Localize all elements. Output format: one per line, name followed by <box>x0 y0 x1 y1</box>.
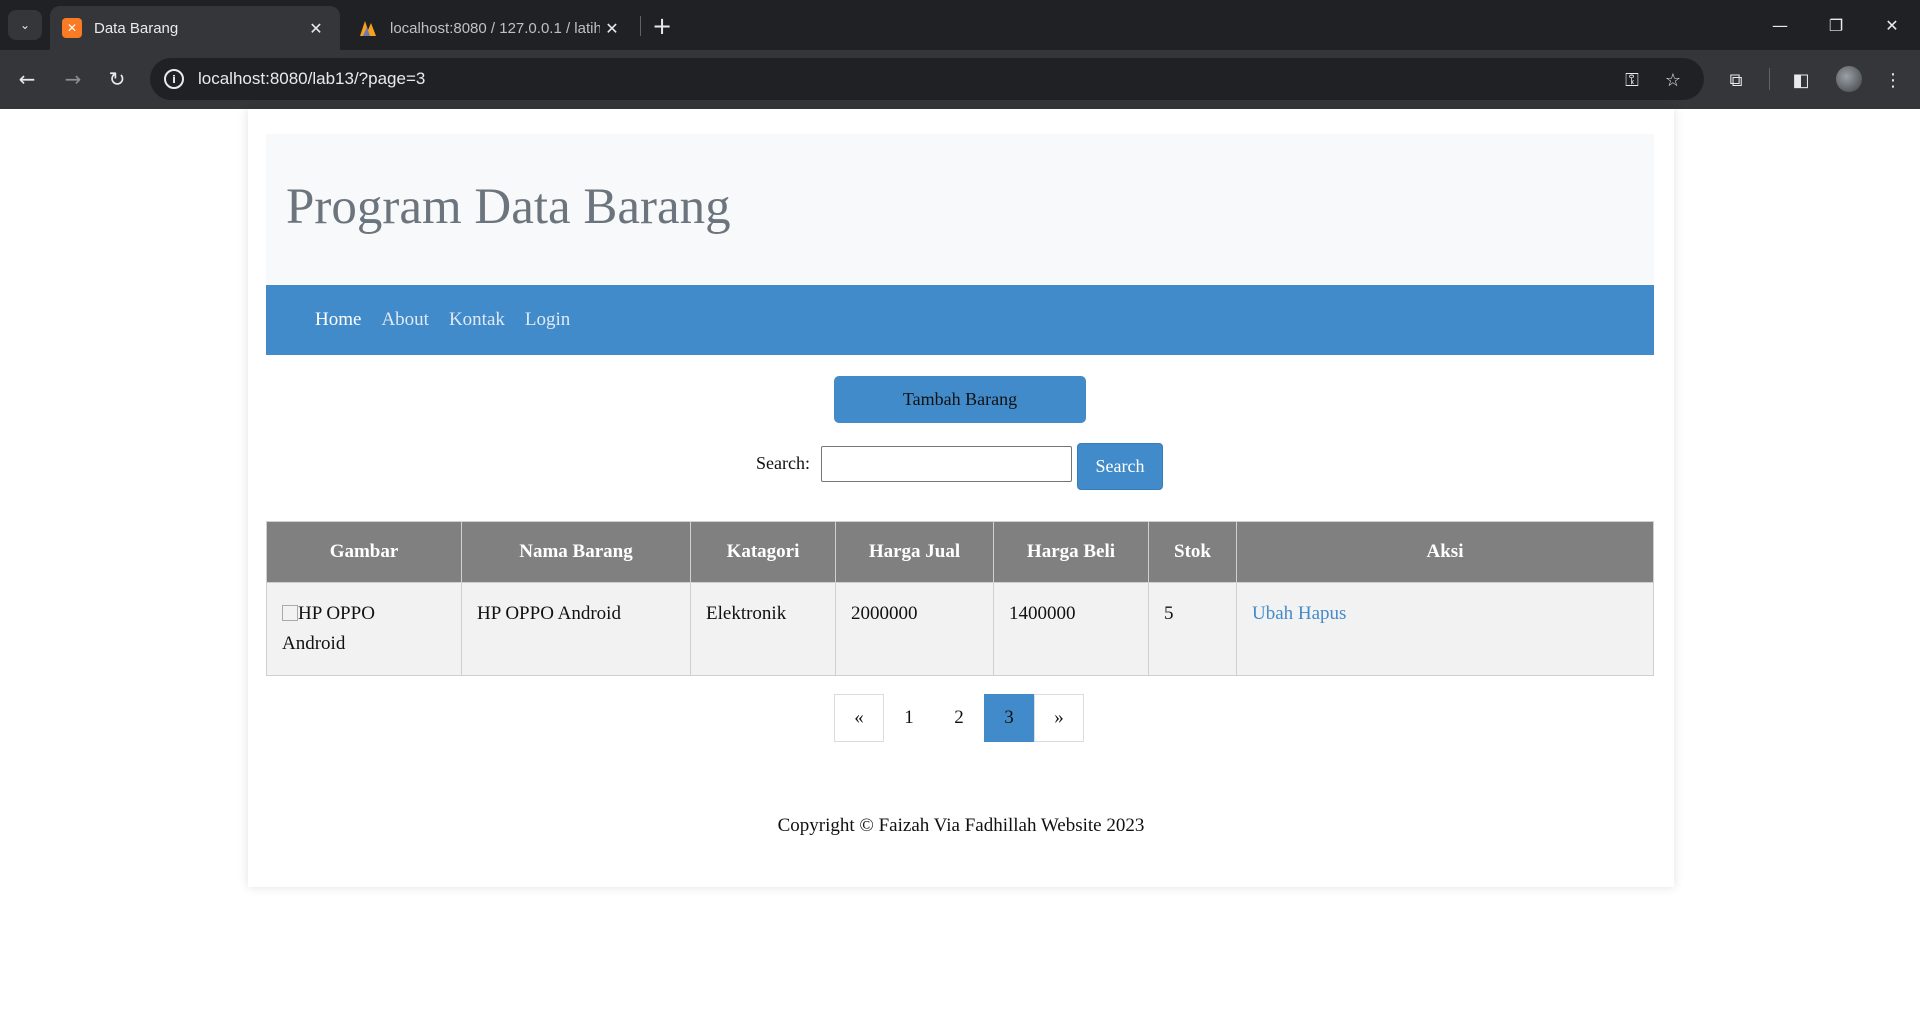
items-table: Gambar Nama Barang Katagori Harga Jual H… <box>266 521 1654 676</box>
new-tab-button[interactable]: + <box>648 12 676 40</box>
side-panel-icon[interactable]: ◧ <box>1789 68 1813 92</box>
xampp-icon: ✕ <box>62 18 82 38</box>
bookmark-star-icon[interactable]: ☆ <box>1661 68 1685 92</box>
column-header: Harga Jual <box>835 521 994 583</box>
minimize-icon[interactable]: — <box>1752 0 1808 50</box>
cell-gambar: HP OPPO Android <box>266 582 462 676</box>
column-header: Katagori <box>690 521 836 583</box>
search-button[interactable]: Search <box>1077 443 1163 490</box>
cell-aksi: Ubah Hapus <box>1236 582 1654 676</box>
search-input[interactable] <box>821 446 1072 482</box>
tab-strip: ⌄ ✕ Data Barang ✕ localhost:8080 / 127.0… <box>0 0 1920 50</box>
delete-link[interactable]: Hapus <box>1298 603 1347 624</box>
cell-harga-jual: 2000000 <box>835 582 994 676</box>
toolbar-separator <box>1769 68 1770 90</box>
cell-harga-beli: 1400000 <box>993 582 1149 676</box>
address-bar[interactable]: i localhost:8080/lab13/?page=3 <box>150 58 1704 100</box>
search-label: Search: <box>756 453 810 473</box>
tab-separator <box>640 16 641 36</box>
cell-nama: HP OPPO Android <box>461 582 691 676</box>
nav-login[interactable]: Login <box>525 309 570 331</box>
forward-icon[interactable]: → <box>56 62 90 96</box>
pagination: « 1 2 3 » <box>834 694 1084 742</box>
column-header: Stok <box>1148 521 1237 583</box>
page-viewport: Program Data Barang Home About Kontak Lo… <box>0 109 1920 1013</box>
cell-kategori: Elektronik <box>690 582 836 676</box>
site-header: Program Data Barang <box>266 134 1654 285</box>
product-image: HP OPPO Android <box>282 599 412 659</box>
tab-search-button[interactable]: ⌄ <box>8 10 42 40</box>
reload-icon[interactable]: ↻ <box>100 62 134 96</box>
restore-icon[interactable]: ❐ <box>1808 0 1864 50</box>
table-header-row: Gambar Nama Barang Katagori Harga Jual H… <box>266 521 1654 583</box>
site-info-icon[interactable]: i <box>164 69 184 89</box>
phpmyadmin-icon <box>358 18 378 38</box>
nav-home[interactable]: Home <box>315 309 361 331</box>
search-form: Search: Search <box>248 443 1674 491</box>
close-window-icon[interactable]: ✕ <box>1864 0 1920 50</box>
pagination-page-2[interactable]: 2 <box>934 694 984 742</box>
url-text[interactable]: localhost:8080/lab13/?page=3 <box>198 69 425 89</box>
nav-about[interactable]: About <box>381 309 429 331</box>
nav-kontak[interactable]: Kontak <box>449 309 505 331</box>
table-row: HP OPPO Android HP OPPO Android Elektron… <box>266 582 1654 676</box>
content-container: Program Data Barang Home About Kontak Lo… <box>248 109 1674 887</box>
column-header: Nama Barang <box>461 521 691 583</box>
tab-phpmyadmin[interactable]: localhost:8080 / 127.0.0.1 / latih ✕ <box>346 6 636 50</box>
pagination-next[interactable]: » <box>1034 694 1084 742</box>
column-header: Aksi <box>1236 521 1654 583</box>
password-key-icon[interactable]: ⚿ <box>1620 68 1644 92</box>
cell-stok: 5 <box>1148 582 1237 676</box>
menu-kebab-icon[interactable]: ⋮ <box>1881 68 1905 92</box>
column-header: Harga Beli <box>993 521 1149 583</box>
extensions-icon[interactable]: ⧉ <box>1724 68 1748 92</box>
edit-link[interactable]: Ubah <box>1252 603 1293 624</box>
pagination-page-3[interactable]: 3 <box>984 694 1034 742</box>
add-item-button[interactable]: Tambah Barang <box>834 376 1086 423</box>
tab-title: Data Barang <box>94 19 179 37</box>
broken-image-icon <box>282 605 298 621</box>
close-tab-icon[interactable]: ✕ <box>304 16 328 40</box>
column-header: Gambar <box>266 521 462 583</box>
close-tab-icon[interactable]: ✕ <box>600 16 624 40</box>
pagination-page-1[interactable]: 1 <box>884 694 934 742</box>
pagination-prev[interactable]: « <box>834 694 884 742</box>
main-nav: Home About Kontak Login <box>266 285 1654 355</box>
profile-avatar[interactable] <box>1836 66 1862 92</box>
back-icon[interactable]: ← <box>10 62 44 96</box>
tab-title: localhost:8080 / 127.0.0.1 / latih <box>390 19 600 37</box>
tab-data-barang[interactable]: ✕ Data Barang ✕ <box>50 6 340 50</box>
page-title: Program Data Barang <box>286 179 731 235</box>
footer-copyright: Copyright © Faizah Via Fadhillah Website… <box>777 815 1145 836</box>
